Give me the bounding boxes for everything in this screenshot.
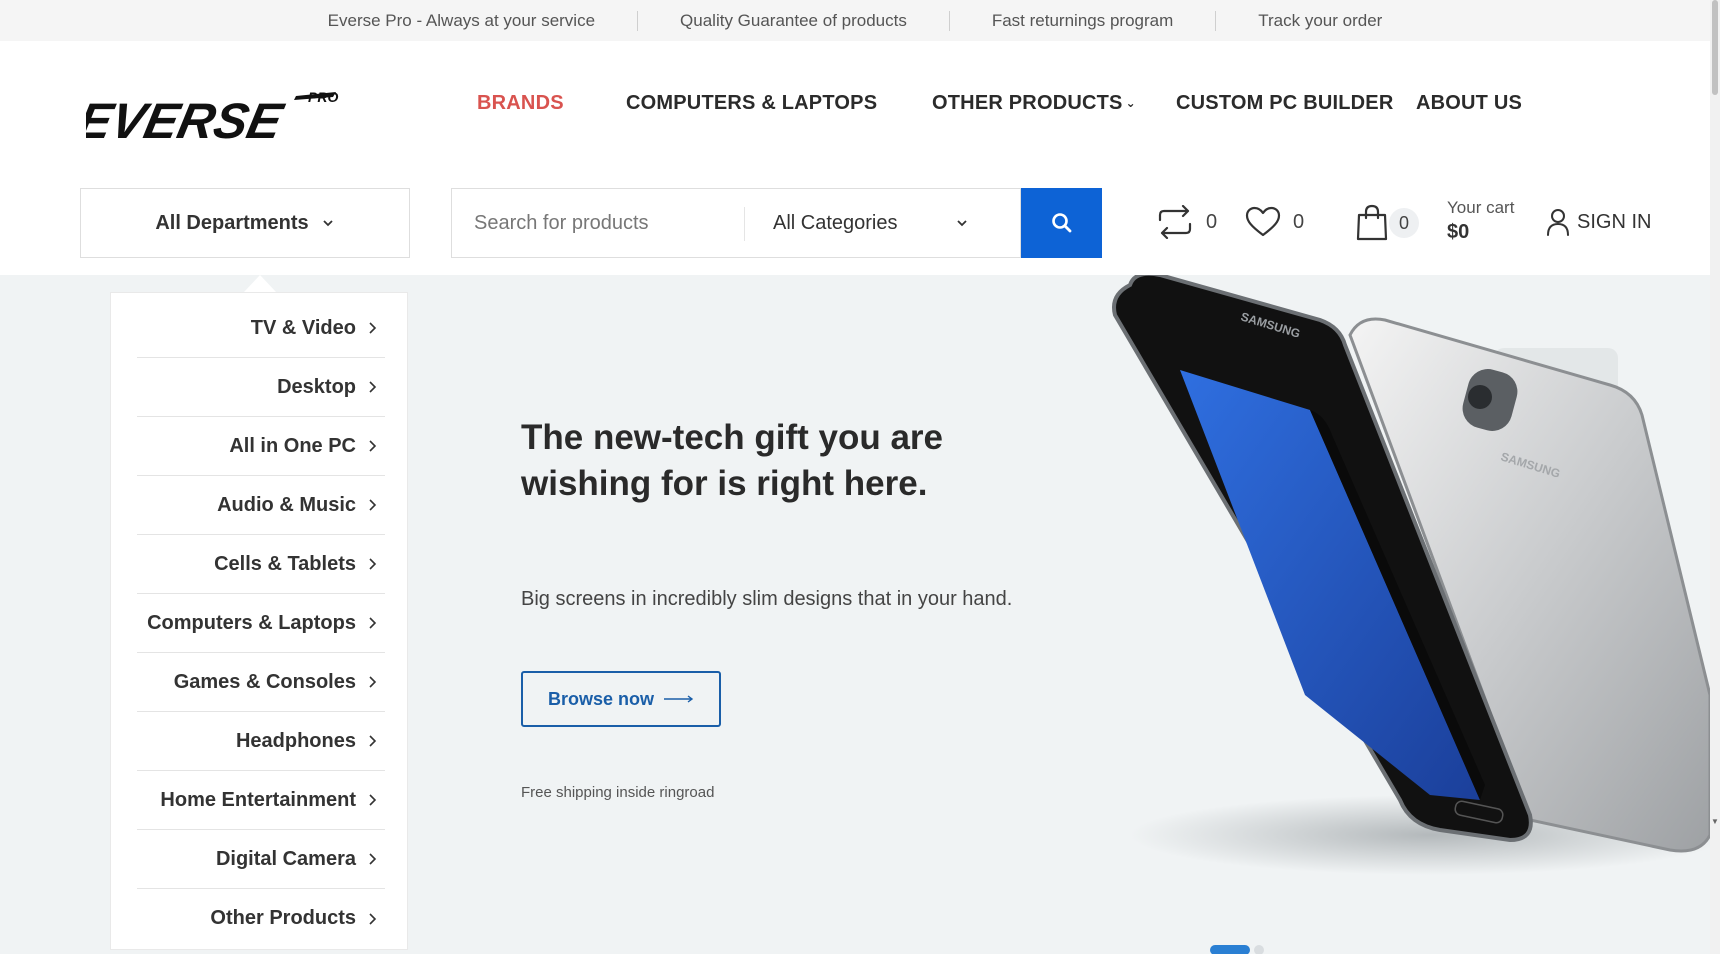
menu-item-label: All in One PC: [229, 434, 356, 457]
nav-custom-pc-builder[interactable]: CUSTOM PC BUILDER: [1176, 92, 1393, 115]
menu-item-other-products[interactable]: Other Products: [137, 889, 385, 948]
everse-logo-icon: EVERSE PRO: [73, 89, 339, 149]
wishlist-button[interactable]: 0: [1245, 206, 1304, 238]
chevron-right-icon: [369, 322, 377, 334]
all-departments-label: All Departments: [155, 211, 309, 234]
search-icon: [1051, 213, 1071, 233]
user-icon: [1547, 209, 1569, 236]
search-bar: All Categories: [451, 188, 1021, 258]
site-logo[interactable]: EVERSE PRO: [73, 86, 348, 149]
menu-item-audio-music[interactable]: Audio & Music: [137, 476, 385, 535]
shopping-bag-icon: [1356, 204, 1388, 241]
chevron-right-icon: [369, 617, 377, 629]
top-info-bar: Everse Pro - Always at your service Qual…: [0, 0, 1710, 41]
chevron-down-icon: [957, 220, 967, 227]
menu-item-label: Cells & Tablets: [214, 552, 356, 575]
search-input[interactable]: [452, 189, 744, 257]
chevron-right-icon: [369, 499, 377, 511]
category-select[interactable]: All Categories: [773, 189, 983, 257]
smartphones-image: SAMSUNG SAMSUNG: [1112, 275, 1710, 875]
chevron-right-icon: [369, 853, 377, 865]
chevron-down-icon: ⌄: [1125, 96, 1136, 110]
nav-brands[interactable]: BRANDS: [477, 92, 564, 115]
menu-item-label: Digital Camera: [215, 847, 356, 870]
nav-computers-laptops[interactable]: COMPUTERS & LAPTOPS: [626, 92, 877, 115]
sign-in-link[interactable]: SIGN IN: [1546, 208, 1651, 236]
scroll-down-arrow-icon[interactable]: ▼: [1711, 817, 1719, 826]
cart-count-badge: 0: [1389, 208, 1419, 238]
cart-button[interactable]: [1356, 203, 1388, 241]
menu-item-label: Computers & Laptops: [147, 611, 356, 634]
nav-other-products-label: OTHER PRODUCTS: [932, 92, 1123, 114]
menu-item-label: Games & Consoles: [173, 670, 356, 693]
heart-icon: [1245, 206, 1281, 237]
search-button[interactable]: [1021, 188, 1102, 258]
topbar-item-track-order[interactable]: Track your order: [1216, 11, 1424, 31]
chevron-right-icon: [369, 912, 377, 925]
menu-item-desktop[interactable]: Desktop: [137, 358, 385, 417]
chevron-down-icon: [323, 220, 333, 227]
menu-item-label: Audio & Music: [217, 493, 356, 516]
topbar-item-quality: Quality Guarantee of products: [680, 10, 907, 30]
menu-item-tv-video[interactable]: TV & Video: [137, 299, 385, 358]
menu-item-games-consoles[interactable]: Games & Consoles: [137, 653, 385, 712]
menu-item-computers-laptops[interactable]: Computers & Laptops: [137, 594, 385, 653]
browse-now-button[interactable]: Browse now: [521, 671, 721, 727]
chevron-right-icon: [369, 794, 377, 806]
shipping-note: Free shipping inside ringroad: [521, 784, 715, 801]
menu-item-label: Other Products: [210, 907, 356, 929]
search-divider: [744, 207, 745, 241]
chevron-right-icon: [369, 558, 377, 570]
sign-in-label: SIGN IN: [1577, 210, 1652, 233]
page-scrollbar[interactable]: ▼: [1710, 0, 1720, 954]
nav-other-products[interactable]: OTHER PRODUCTS ⌄: [932, 92, 1136, 115]
compare-arrows-icon: [1158, 205, 1192, 239]
hero-title: The new-tech gift you are wishing for is…: [521, 418, 943, 503]
menu-item-home-entertainment[interactable]: Home Entertainment: [137, 771, 385, 830]
menu-caret: [244, 275, 276, 292]
menu-item-cells-tablets[interactable]: Cells & Tablets: [137, 535, 385, 594]
cart-total: $0: [1447, 221, 1470, 243]
menu-item-label: TV & Video: [250, 316, 356, 339]
topbar-item-service: Everse Pro - Always at your service: [327, 10, 596, 30]
nav-about-us[interactable]: ABOUT US: [1416, 92, 1522, 115]
compare-button[interactable]: 0: [1156, 205, 1217, 239]
scrollbar-thumb[interactable]: [1712, 0, 1718, 95]
logo-wordmark: EVERSE: [86, 93, 289, 144]
arrow-right-icon: [664, 695, 694, 703]
menu-item-headphones[interactable]: Headphones: [137, 712, 385, 771]
menu-item-label: Desktop: [277, 375, 356, 398]
cart-label: Your cart: [1447, 198, 1515, 217]
chevron-right-icon: [369, 440, 377, 452]
category-select-value: All Categories: [773, 211, 898, 234]
menu-item-label: Headphones: [235, 729, 356, 752]
menu-item-label: Home Entertainment: [160, 788, 356, 811]
topbar-item-returns[interactable]: Fast returnings program: [950, 11, 1215, 31]
slide-dot[interactable]: [1254, 945, 1264, 954]
slider-pagination: [1210, 945, 1264, 954]
hero-subtitle: Big screens in incredibly slim designs t…: [521, 588, 1013, 610]
slide-dot-active[interactable]: [1210, 945, 1250, 954]
menu-item-digital-camera[interactable]: Digital Camera: [137, 830, 385, 889]
browse-now-label: Browse now: [547, 688, 654, 709]
menu-item-all-in-one-pc[interactable]: All in One PC: [137, 417, 385, 476]
chevron-right-icon: [369, 735, 377, 747]
departments-menu: TV & Video Desktop All in One PC Audio &…: [110, 292, 408, 950]
all-departments-button[interactable]: All Departments: [80, 188, 410, 258]
compare-count: 0: [1206, 210, 1218, 233]
wishlist-count: 0: [1293, 210, 1305, 233]
chevron-right-icon: [369, 381, 377, 393]
chevron-right-icon: [369, 676, 377, 688]
